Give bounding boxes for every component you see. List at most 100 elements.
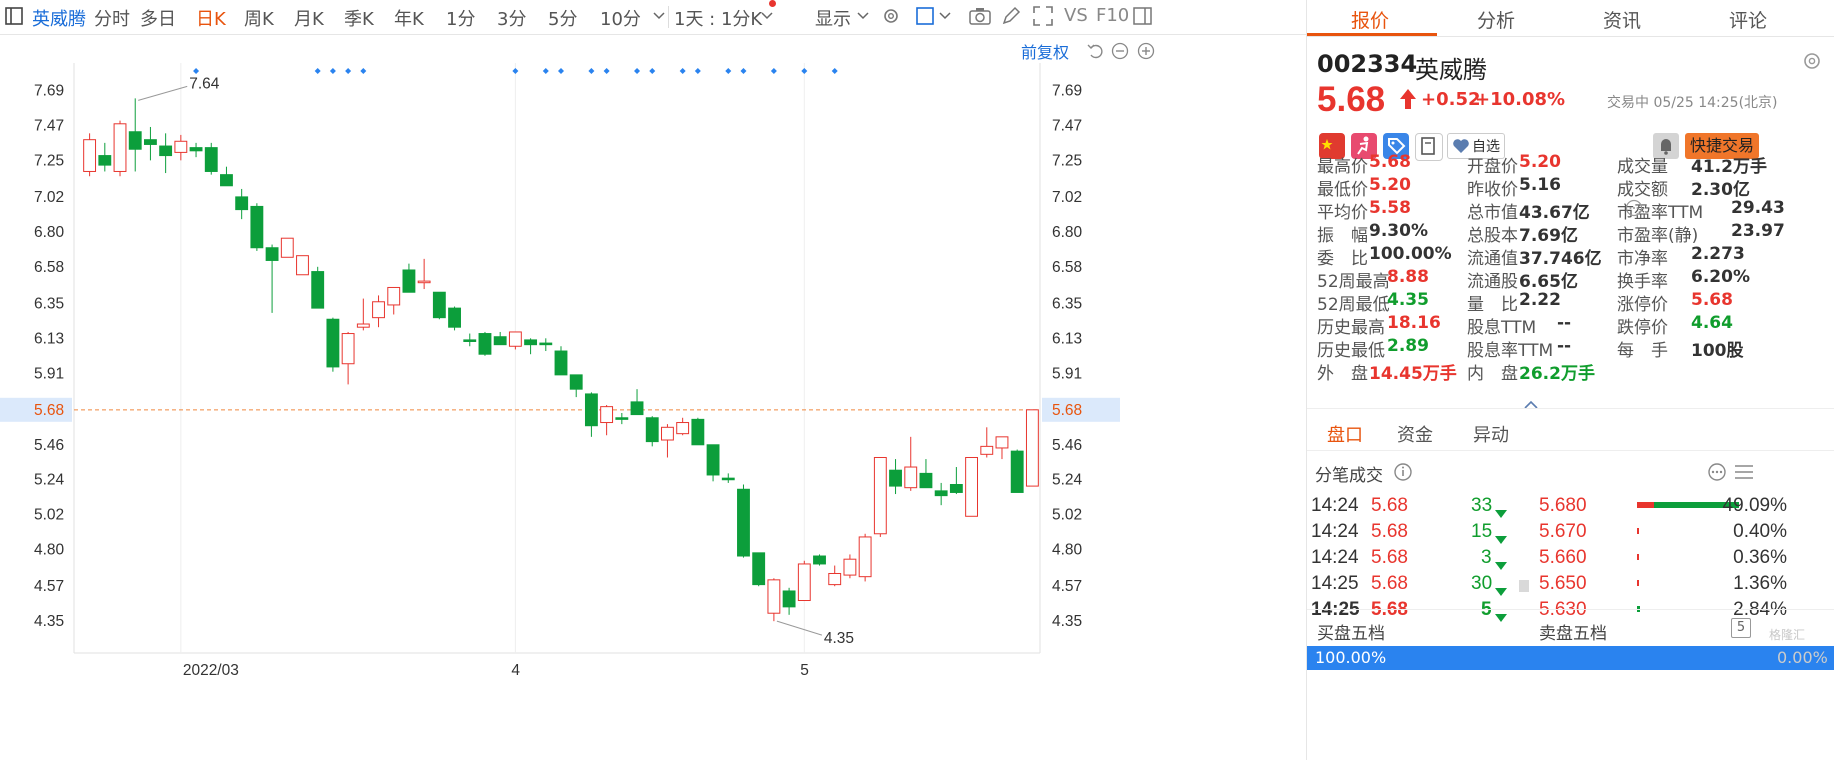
y-tick-label-right: 4.80: [1052, 542, 1083, 559]
y-tick-label-right: 4.57: [1052, 578, 1082, 595]
quote-value: 5.68: [1369, 152, 1411, 172]
candle-up: [174, 140, 188, 153]
dist-price: 5.650: [1539, 573, 1587, 594]
divider: [668, 6, 669, 28]
period-1min[interactable]: 1分: [446, 5, 475, 31]
period-5min[interactable]: 5分: [548, 5, 577, 31]
period-intraday[interactable]: 分时: [94, 5, 130, 31]
divider: [1307, 450, 1834, 451]
event-marker-icon: [603, 68, 610, 74]
candle-up: [995, 436, 1009, 449]
arrow-down-icon: [1495, 529, 1507, 549]
candle-up: [873, 456, 887, 535]
y-tick-label-left: 7.47: [34, 117, 64, 134]
dist-bar-buy: [1637, 502, 1655, 508]
candle-down: [250, 205, 264, 249]
drawing-box-icon[interactable]: [914, 5, 936, 27]
interval-select[interactable]: 1天 : 1分K: [674, 5, 762, 31]
quote-label: 外 盘: [1317, 364, 1368, 384]
candle-down: [448, 307, 461, 328]
period-yearly[interactable]: 年K: [394, 5, 424, 31]
trade-time: 14:25: [1311, 573, 1359, 594]
tab-comments[interactable]: 评论: [1729, 6, 1767, 33]
period-weekly[interactable]: 周K: [244, 5, 274, 31]
scrollbar-thumb[interactable]: [1519, 580, 1529, 592]
period-monthly[interactable]: 月K: [294, 5, 324, 31]
quote-label: 跌停价: [1617, 318, 1668, 338]
active-tab-indicator: [1307, 33, 1437, 36]
quote-value: 6.20%: [1691, 267, 1750, 287]
subtab-funds[interactable]: 资金: [1397, 421, 1433, 447]
tab-news[interactable]: 资讯: [1603, 6, 1641, 33]
trading-status: 交易中 05/25 14:25(北京): [1607, 95, 1778, 111]
more-icon[interactable]: [1707, 462, 1727, 487]
trades-title: 分笔成交: [1315, 466, 1383, 486]
bookmark-icon[interactable]: [1415, 133, 1443, 161]
event-marker-icon: [314, 68, 321, 74]
kline-chart[interactable]: 前复权 7.69 7.69 7.47 7.47 7.25 7.25 7.02 7.02 6.80…: [0, 35, 1306, 760]
gear-icon[interactable]: [1801, 50, 1823, 77]
more-icon[interactable]: [1625, 199, 1643, 222]
sell-ratio-text: 0.00%: [1777, 648, 1828, 667]
x-axis-label: 5: [800, 662, 809, 679]
price-change: +0.52: [1421, 89, 1481, 110]
buy-sell-ratio-bar: 100.00% 0.00%: [1307, 646, 1834, 670]
quote-value: 5.20: [1369, 175, 1411, 195]
subtab-orderbook[interactable]: 盘口: [1327, 421, 1363, 447]
tab-quote[interactable]: 报价: [1351, 6, 1389, 33]
stock-name[interactable]: 英威腾: [32, 5, 86, 31]
chevron-down-icon[interactable]: [938, 8, 960, 30]
period-quarterly[interactable]: 季K: [344, 5, 374, 31]
period-multiday[interactable]: 多日: [140, 5, 176, 31]
tab-analysis[interactable]: 分析: [1477, 6, 1515, 33]
pencil-icon[interactable]: [1000, 5, 1022, 27]
display-menu[interactable]: 显示: [815, 5, 851, 31]
high-annotation: 7.64: [189, 75, 220, 92]
chevron-down-icon[interactable]: [760, 8, 782, 30]
notification-dot: [769, 0, 776, 7]
y-tick-label-left: 5.46: [34, 437, 64, 454]
trade-time: 14:24: [1311, 521, 1359, 542]
event-marker-icon: [345, 68, 352, 74]
chevron-down-icon[interactable]: [652, 8, 674, 30]
low-annotation-leader: [776, 620, 823, 636]
quote-value: 2.273: [1691, 244, 1745, 264]
chevron-down-icon[interactable]: [856, 8, 878, 30]
dist-pct: 49.09%: [1722, 495, 1787, 516]
quote-value: 41.2万手: [1691, 157, 1767, 177]
period-10min[interactable]: 10分: [600, 5, 641, 31]
fullscreen-icon[interactable]: [1032, 5, 1054, 27]
y-tick-label-right: 7.25: [1052, 152, 1082, 169]
period-3min[interactable]: 3分: [497, 5, 526, 31]
panel-toggle-icon[interactable]: [1132, 5, 1154, 27]
info-icon[interactable]: [1393, 462, 1413, 487]
quote-value: 26.2万手: [1519, 364, 1595, 384]
quote-label: 股息率TTM: [1467, 341, 1554, 361]
quote-label: 量 比: [1467, 295, 1518, 315]
quote-value: 37.746亿: [1519, 249, 1602, 269]
sidebar-toggle-icon[interactable]: [4, 5, 26, 27]
stock-code: 002334: [1317, 50, 1418, 78]
candle-up: [843, 558, 857, 576]
compare-button[interactable]: VS: [1064, 5, 1088, 26]
chevron-up-icon[interactable]: [1523, 395, 1539, 415]
buy-ratio-text: 100.00%: [1315, 648, 1387, 667]
quote-label: 流通股: [1467, 272, 1518, 292]
dist-bar: [1637, 528, 1639, 534]
y-tick-label-right: 7.69: [1052, 82, 1082, 99]
list-icon[interactable]: [1733, 462, 1755, 487]
quote-label: 总股本: [1467, 226, 1518, 246]
five-level-toggle-icon[interactable]: 5: [1731, 618, 1751, 638]
arrow-down-icon: [1495, 503, 1507, 523]
period-daily[interactable]: 日K: [196, 5, 226, 31]
camera-icon[interactable]: [968, 5, 991, 27]
gear-icon[interactable]: [880, 5, 902, 27]
quote-value: 2.30亿: [1691, 180, 1750, 200]
f10-button[interactable]: F10: [1096, 5, 1129, 26]
subtab-alerts[interactable]: 异动: [1473, 421, 1509, 447]
quote-value: 5.58: [1369, 198, 1411, 218]
quote-label: 内 盘: [1467, 364, 1518, 384]
candle-down: [98, 155, 112, 166]
event-marker-icon: [831, 68, 838, 74]
candle-down: [554, 350, 568, 376]
